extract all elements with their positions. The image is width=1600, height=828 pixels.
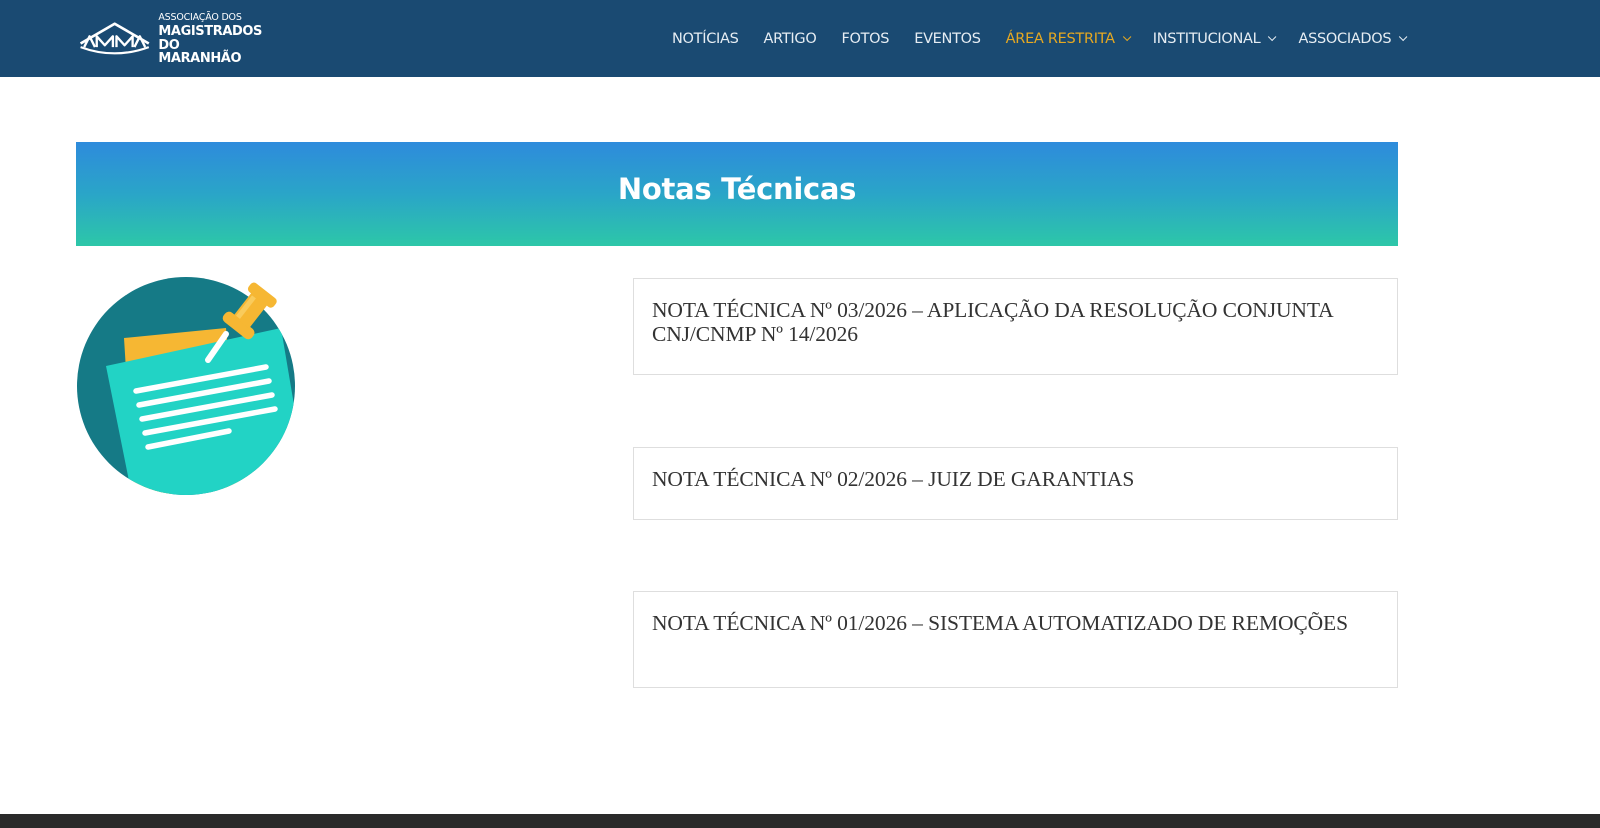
nav-item-institucional[interactable]: INSTITUCIONAL: [1152, 30, 1277, 47]
site-header: ASSOCIAÇÃO DOS MAGISTRADOS DO MARANHÃO N…: [0, 0, 1600, 77]
pinned-note-icon: [77, 277, 295, 495]
nav-item-eventos[interactable]: EVENTOS: [914, 30, 981, 47]
nav-item-noticias[interactable]: NOTÍCIAS: [672, 31, 739, 47]
nav-label: ARTIGO: [763, 30, 817, 47]
nav-label: EVENTOS: [914, 30, 981, 47]
chevron-down-icon: [1268, 32, 1277, 41]
note-title[interactable]: NOTA TÉCNICA Nº 02/2026 – JUIZ DE GARANT…: [652, 467, 1379, 491]
nav-item-area-restrita[interactable]: ÁREA RESTRITA: [1005, 30, 1132, 47]
logo-line-3: DO MARANHÃO: [158, 37, 242, 66]
chevron-down-icon: [1122, 32, 1132, 41]
logo-text: ASSOCIAÇÃO DOS MAGISTRADOS DO MARANHÃO: [158, 13, 262, 65]
note-title[interactable]: NOTA TÉCNICA Nº 01/2026 – SISTEMA AUTOMA…: [652, 611, 1379, 635]
note-card[interactable]: NOTA TÉCNICA Nº 01/2026 – SISTEMA AUTOMA…: [633, 591, 1398, 688]
nav-label: ASSOCIADOS: [1298, 30, 1392, 47]
note-card[interactable]: NOTA TÉCNICA Nº 03/2026 – APLICAÇÃO DA R…: [633, 278, 1398, 375]
nav-item-artigo[interactable]: ARTIGO: [764, 31, 817, 47]
nav-item-fotos[interactable]: FOTOS: [841, 31, 889, 47]
note-title[interactable]: NOTA TÉCNICA Nº 03/2026 – APLICAÇÃO DA R…: [652, 298, 1379, 346]
logo-line-1: ASSOCIAÇÃO DOS: [158, 12, 242, 24]
nav-label: NOTÍCIAS: [672, 30, 739, 47]
page-title: Notas Técnicas: [617, 172, 857, 206]
site-logo[interactable]: ASSOCIAÇÃO DOS MAGISTRADOS DO MARANHÃO: [77, 13, 262, 65]
site-footer: [0, 814, 1600, 828]
nav-item-associados[interactable]: ASSOCIADOS: [1298, 30, 1408, 47]
note-card[interactable]: NOTA TÉCNICA Nº 02/2026 – JUIZ DE GARANT…: [633, 447, 1398, 520]
nav-label: ÁREA RESTRITA: [1005, 30, 1115, 47]
page-banner: Notas Técnicas: [76, 142, 1398, 246]
main-nav: NOTÍCIAS ARTIGO FOTOS EVENTOS ÁREA RESTR…: [672, 0, 1600, 77]
nav-label: FOTOS: [841, 30, 890, 47]
nav-label: INSTITUCIONAL: [1152, 30, 1261, 47]
amma-logo-icon: [79, 22, 150, 55]
chevron-down-icon: [1399, 32, 1408, 41]
logo-line-2: MAGISTRADOS: [158, 23, 262, 39]
